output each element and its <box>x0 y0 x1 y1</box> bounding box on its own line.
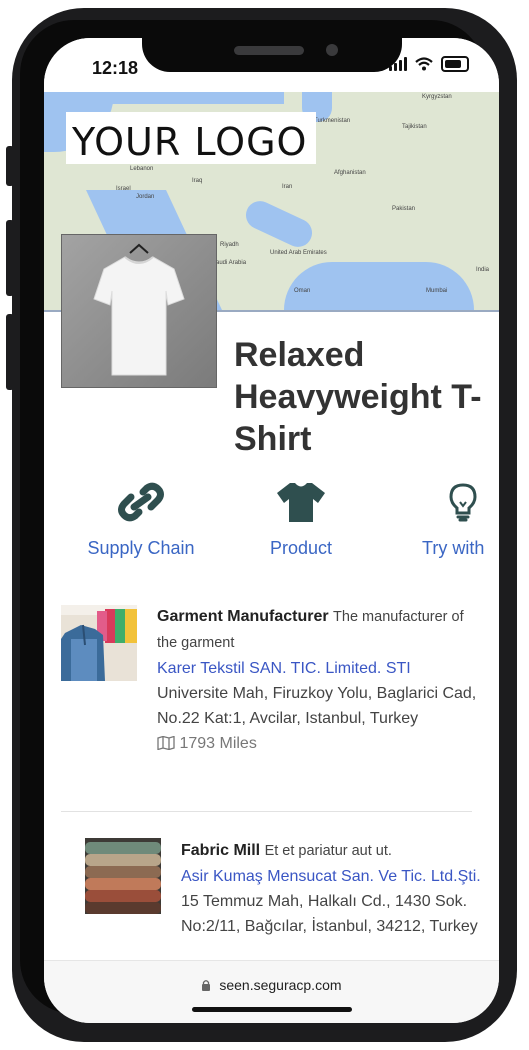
item-description: Et et pariatur aut ut. <box>264 843 392 859</box>
front-camera <box>326 44 338 56</box>
status-time: 12:18 <box>92 58 139 78</box>
map-label: Riyadh <box>220 242 239 248</box>
map-label: Iraq <box>192 178 203 184</box>
map-label: Iran <box>282 184 293 190</box>
mute-switch <box>6 146 14 186</box>
item-address: Universite Mah, Firuzkoy Yolu, Baglarici… <box>157 685 477 727</box>
garment-thumbnail <box>61 605 137 681</box>
tab-product[interactable]: Product <box>250 480 352 559</box>
tab-label: Try with <box>422 538 485 558</box>
product-tabs: Supply Chain Product Try with <box>44 480 499 570</box>
url-row: seen.seguracp.com <box>44 977 499 993</box>
link-icon <box>118 482 164 522</box>
volume-up-button <box>6 220 14 296</box>
map-label: Oman <box>294 288 311 294</box>
company-link[interactable]: Asir Kumaş Mensucat San. Ve Tic. Ltd.Şti… <box>181 868 481 885</box>
map-label: Lebanon <box>130 166 154 172</box>
map-icon <box>157 735 175 751</box>
url-text: seen.seguracp.com <box>219 977 342 993</box>
lock-icon <box>202 980 211 991</box>
phone-screen: 12:18 Kyrgyzstan Tajikistan Afghanistan … <box>44 38 499 1023</box>
tab-try-with[interactable]: Try with <box>422 480 499 559</box>
speaker-grille <box>234 46 304 55</box>
map-label: Kyrgyzstan <box>422 94 452 100</box>
item-role: Garment Manufacturer <box>157 608 329 625</box>
item-distance: 1793 Miles <box>179 735 257 752</box>
tshirt-icon <box>277 483 325 522</box>
logo-text: YOUR LOGO <box>72 120 308 164</box>
map-label: Israel <box>116 186 131 192</box>
black-sea <box>44 92 284 104</box>
map-label: Jordan <box>136 194 155 200</box>
persian-gulf <box>241 196 317 252</box>
item-address: 15 Temmuz Mah, Halkalı Cd., 1430 Sok. No… <box>181 893 478 935</box>
status-icons <box>389 56 469 72</box>
company-link[interactable]: Karer Tekstil SAN. TIC. Limited. STI <box>157 660 411 677</box>
map-label: Turkmenistan <box>314 118 351 124</box>
brand-logo: YOUR LOGO <box>66 112 316 164</box>
notch <box>142 38 402 72</box>
battery-icon <box>441 56 469 72</box>
tshirt-photo <box>62 235 216 387</box>
home-indicator[interactable] <box>192 1007 352 1012</box>
wifi-icon <box>415 57 433 71</box>
map-label: Afghanistan <box>334 170 366 176</box>
map-label: Pakistan <box>392 206 416 212</box>
list-divider <box>61 811 472 812</box>
map-label: Mumbai <box>426 288 448 294</box>
fabric-mill-details: Fabric Mill Et et pariatur aut ut. Asir … <box>181 838 481 939</box>
item-role: Fabric Mill <box>181 842 261 859</box>
tab-label: Supply Chain <box>87 538 195 558</box>
tab-label: Product <box>269 538 333 558</box>
map-label: Saudi Arabia <box>212 260 247 266</box>
map-label: Tajikistan <box>402 124 427 130</box>
item-distance-row: 1793 Miles <box>157 735 257 752</box>
map-label: India <box>476 267 490 273</box>
clothing-rack-photo <box>61 605 137 681</box>
product-image <box>61 234 217 388</box>
fabric-stack-photo <box>85 838 161 914</box>
tab-supply-chain[interactable]: Supply Chain <box>80 480 202 559</box>
lightbulb-icon <box>449 483 477 522</box>
arabian-sea <box>284 262 474 310</box>
fabric-thumbnail <box>85 838 161 914</box>
volume-down-button <box>6 314 14 390</box>
browser-url-bar[interactable]: seen.seguracp.com <box>44 960 499 1023</box>
garment-manufacturer-details: Garment Manufacturer The manufacturer of… <box>157 604 477 756</box>
product-title: Relaxed Heavyweight T-Shirt <box>234 336 482 458</box>
map-label: United Arab Emirates <box>270 250 327 256</box>
